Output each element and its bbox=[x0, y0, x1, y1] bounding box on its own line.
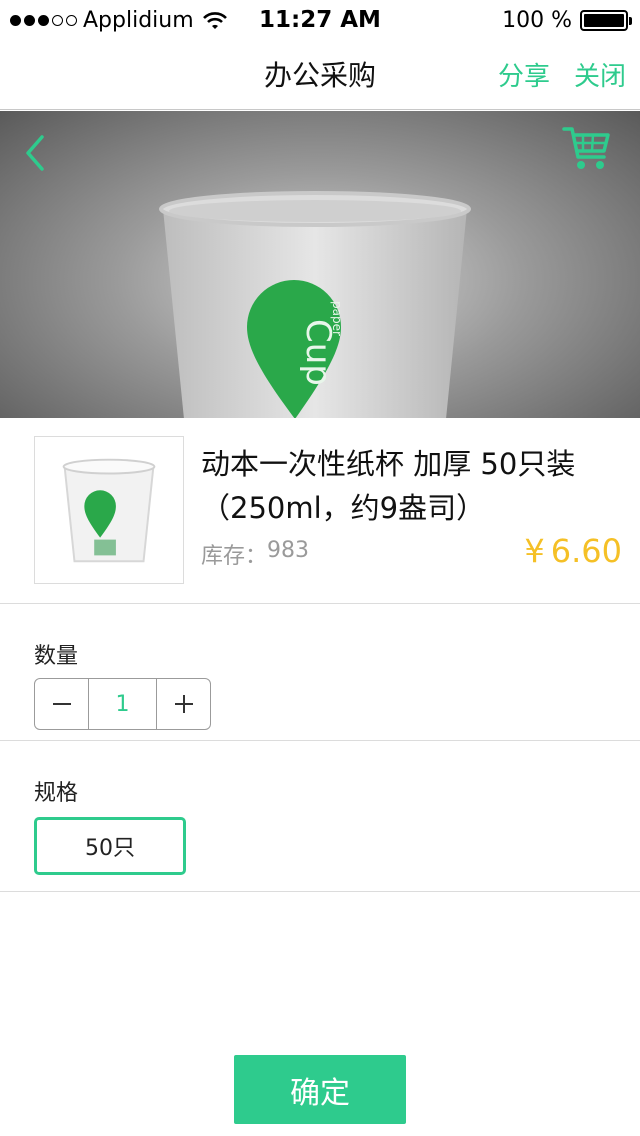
product-summary: 动本一次性纸杯 加厚 50只装（250ml，约9盎司） 库存： 983 ¥ 6.… bbox=[0, 418, 640, 604]
product-price: ¥ 6.60 bbox=[524, 532, 622, 570]
product-name: 动本一次性纸杯 加厚 50只装（250ml，约9盎司） bbox=[201, 447, 576, 525]
increase-button[interactable] bbox=[157, 679, 210, 729]
spec-section: 规格 50只 bbox=[0, 741, 640, 892]
cup-image: Cup paper bbox=[159, 191, 471, 418]
stock-value: 983 bbox=[267, 538, 310, 563]
minus-icon bbox=[52, 703, 71, 705]
stock-info: 库存： 983 bbox=[201, 538, 309, 570]
quantity-stepper: 1 bbox=[34, 678, 211, 730]
quantity-label: 数量 bbox=[34, 644, 79, 669]
price-value: 6.60 bbox=[550, 532, 622, 570]
currency-symbol: ¥ bbox=[524, 532, 545, 570]
nav-bar: 办公采购 分享 关闭 bbox=[0, 40, 640, 110]
cup-logo-small-text: paper bbox=[330, 301, 344, 336]
stock-label: 库存： bbox=[201, 544, 268, 569]
spec-label: 规格 bbox=[34, 781, 79, 806]
spec-option-50[interactable]: 50只 bbox=[34, 817, 186, 875]
quantity-section: 数量 1 bbox=[0, 604, 640, 741]
close-button[interactable]: 关闭 bbox=[574, 56, 626, 93]
battery-icon bbox=[580, 10, 632, 31]
status-bar: Applidium 11:27 AM 100 % bbox=[0, 0, 640, 40]
cart-icon[interactable] bbox=[562, 123, 612, 171]
confirm-button[interactable]: 确定 bbox=[234, 1055, 406, 1124]
battery-status: 100 % bbox=[502, 8, 632, 33]
share-button[interactable]: 分享 bbox=[498, 56, 550, 93]
battery-percent: 100 % bbox=[502, 8, 572, 33]
decrease-button[interactable] bbox=[35, 679, 88, 729]
product-hero-image: Cup paper bbox=[0, 111, 640, 418]
plus-icon bbox=[174, 695, 193, 713]
back-icon[interactable] bbox=[22, 131, 48, 175]
product-thumbnail bbox=[34, 436, 184, 584]
quantity-value[interactable]: 1 bbox=[88, 679, 157, 729]
